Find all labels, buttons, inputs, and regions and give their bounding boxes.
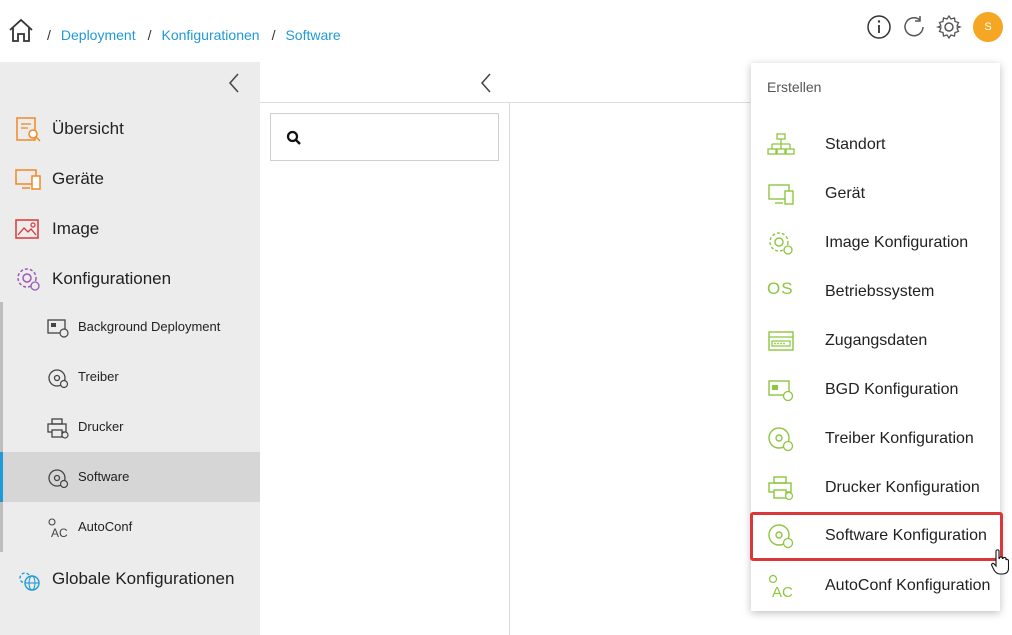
menu-item-bgd-konfiguration[interactable]: BGD Konfiguration (751, 366, 1000, 415)
top-bar: / Deployment / Konfigurationen / Softwar… (0, 0, 1012, 62)
configurations-icon (17, 268, 40, 291)
menu-item-label: Gerät (825, 185, 866, 202)
svg-text:AC: AC (772, 584, 793, 599)
search-input[interactable] (311, 124, 491, 150)
sidebar-subitem-label: Drucker (78, 419, 124, 434)
sidebar-subitem-background-deployment[interactable]: Background Deployment (0, 302, 260, 352)
printer-config-icon (768, 476, 794, 501)
menu-item-label: Software Konfiguration (825, 527, 987, 544)
user-avatar[interactable]: S (973, 12, 1003, 42)
breadcrumb-separator: / (147, 27, 152, 43)
collapse-list-icon[interactable] (478, 72, 494, 94)
refresh-icon[interactable] (901, 14, 927, 40)
menu-item-software-konfiguration[interactable]: Software Konfiguration (750, 512, 1003, 561)
sidebar-item-label: Übersicht (52, 119, 124, 138)
sidebar-item-image[interactable]: Image (0, 204, 260, 254)
sidebar-item-konfigurationen[interactable]: Konfigurationen (0, 254, 260, 304)
settings-icon[interactable] (936, 14, 962, 40)
hand-cursor-icon (991, 549, 1009, 575)
overview-icon (16, 117, 41, 142)
sidebar: Übersicht Geräte Image Konfigurationen B… (0, 62, 260, 635)
info-icon[interactable] (866, 14, 892, 40)
menu-item-treiber-konfiguration[interactable]: Treiber Konfiguration (751, 415, 1000, 464)
search-icon (286, 130, 301, 145)
list-header (260, 62, 750, 103)
autoconf-config-icon: AC (768, 574, 793, 599)
sidebar-subitem-label: AutoConf (78, 519, 133, 534)
svg-text:AC: AC (51, 526, 68, 539)
bgd-config-icon (768, 380, 794, 402)
menu-item-label: Image Konfiguration (825, 234, 969, 251)
menu-item-label: AutoConf Konfiguration (825, 577, 991, 594)
image-icon (15, 219, 39, 239)
sidebar-item-uebersicht[interactable]: Übersicht (0, 104, 260, 154)
menu-item-betriebssystem[interactable]: OS Betriebssystem (751, 268, 1000, 317)
menu-item-standort[interactable]: Standort (751, 121, 1000, 170)
background-deployment-icon (47, 319, 69, 338)
sidebar-item-label: Geräte (52, 169, 104, 188)
menu-item-label: BGD Konfiguration (825, 381, 959, 398)
software-icon (48, 469, 69, 489)
sidebar-item-geraete[interactable]: Geräte (0, 154, 260, 204)
menu-item-zugangsdaten[interactable]: Zugangsdaten (751, 317, 1000, 366)
menu-item-geraet[interactable]: Gerät (751, 170, 1000, 219)
search-box[interactable] (270, 113, 499, 161)
sitemap-icon (767, 133, 795, 155)
credentials-icon (768, 331, 794, 351)
driver-icon (48, 369, 69, 389)
breadcrumb: / Deployment / Konfigurationen / Softwar… (47, 27, 353, 43)
globe-gear-icon (19, 572, 40, 591)
list-column (260, 103, 510, 635)
sidebar-item-globale-konfigurationen[interactable]: Globale Konfigurationen (0, 554, 260, 604)
image-config-icon (769, 232, 793, 255)
sidebar-subitem-autoconf[interactable]: AC AutoConf (0, 502, 260, 552)
breadcrumb-software[interactable]: Software (285, 27, 340, 43)
menu-title: Erstellen (767, 79, 822, 95)
sidebar-subitem-drucker[interactable]: Drucker (0, 402, 260, 452)
menu-item-label: Standort (825, 136, 886, 153)
sidebar-item-label: Globale Konfigurationen (52, 569, 235, 588)
menu-item-label: Drucker Konfiguration (825, 479, 980, 496)
device-icon (768, 184, 794, 205)
home-icon[interactable] (7, 16, 35, 44)
sidebar-item-label: Konfigurationen (52, 269, 172, 288)
breadcrumb-separator: / (271, 27, 276, 43)
printer-icon (47, 418, 69, 439)
collapse-sidebar-icon[interactable] (226, 72, 242, 94)
sidebar-subitem-label: Treiber (78, 369, 119, 384)
autoconf-icon: AC (48, 518, 68, 539)
software-config-icon (768, 524, 794, 549)
os-icon: OS (767, 279, 794, 298)
breadcrumb-konfigurationen[interactable]: Konfigurationen (161, 27, 259, 43)
sidebar-subitem-label: Software (78, 469, 130, 484)
sidebar-item-label: Image (52, 219, 100, 238)
menu-item-autoconf-konfiguration[interactable]: AC AutoConf Konfiguration (751, 562, 1000, 611)
menu-item-label: Treiber Konfiguration (825, 430, 974, 447)
menu-item-label: Zugangsdaten (825, 332, 928, 349)
devices-icon (15, 169, 41, 190)
sidebar-subitem-software[interactable]: Software (0, 452, 260, 502)
menu-item-label: Betriebssystem (825, 283, 935, 300)
menu-item-image-konfiguration[interactable]: Image Konfiguration (751, 219, 1000, 268)
header-actions: S (866, 12, 1012, 42)
sidebar-subitem-label: Background Deployment (78, 319, 221, 334)
breadcrumb-deployment[interactable]: Deployment (61, 27, 136, 43)
sidebar-subitem-treiber[interactable]: Treiber (0, 352, 260, 402)
driver-config-icon (768, 427, 794, 452)
create-dropdown-menu: Erstellen Standort Gerät Image Konfigura… (750, 63, 1003, 611)
menu-item-drucker-konfiguration[interactable]: Drucker Konfiguration (751, 464, 1000, 513)
breadcrumb-separator: / (47, 27, 51, 43)
